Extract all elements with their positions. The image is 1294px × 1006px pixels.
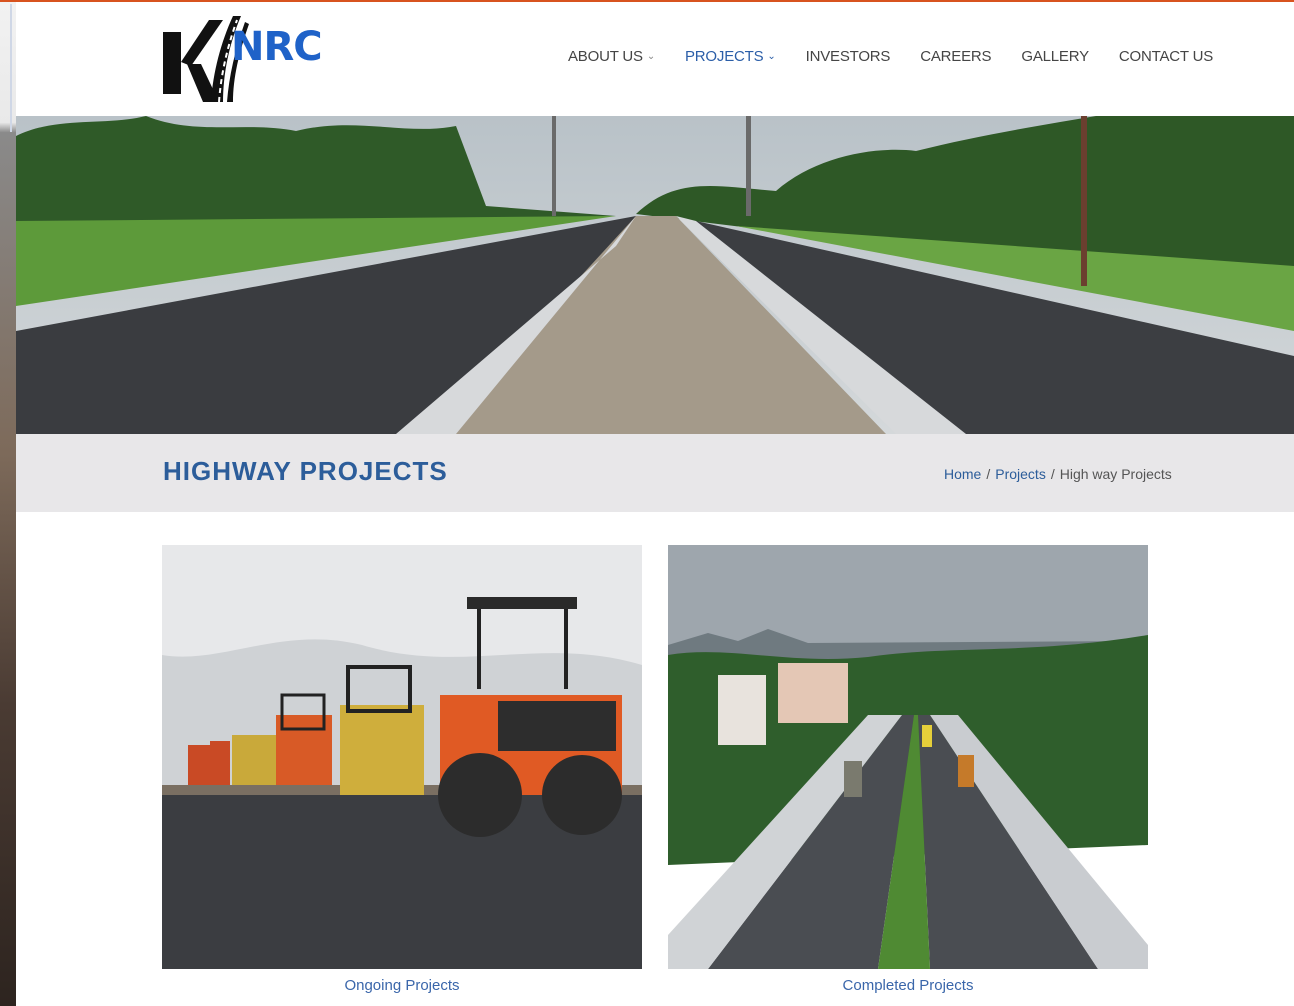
ongoing-projects-image[interactable] [162, 545, 642, 969]
chevron-down-icon: ⌄ [646, 51, 655, 62]
nav-gallery[interactable]: GALLERY [1021, 48, 1089, 65]
brand-logo[interactable]: NRC [161, 12, 323, 106]
breadcrumb: Home / Projects / High way Projects [944, 466, 1172, 482]
edge-mark [10, 4, 12, 132]
nav-investors[interactable]: INVESTORS [806, 48, 891, 65]
chevron-down-icon: ⌄ [767, 51, 776, 62]
ongoing-projects-link[interactable]: Ongoing Projects [162, 977, 642, 994]
site-header: NRC ABOUT US ⌄ PROJECTS ⌄ INVESTORS CAREER… [16, 2, 1294, 116]
breadcrumb-separator: / [1050, 466, 1055, 482]
nav-contact-us-label: CONTACT US [1118, 48, 1214, 65]
page-title: HIGHWAY PROJECTS [163, 456, 448, 486]
hero-banner-image [16, 116, 1294, 434]
nav-careers-label: CAREERS [920, 48, 992, 65]
main-nav: ABOUT US ⌄ PROJECTS ⌄ INVESTORS CAREERS GA… [568, 48, 1243, 65]
nav-projects[interactable]: PROJECTS ⌄ [685, 48, 776, 65]
completed-projects-link[interactable]: Completed Projects [668, 977, 1148, 994]
logo-text: NRC [231, 24, 323, 70]
breadcrumb-separator: / [986, 466, 991, 482]
breadcrumb-home[interactable]: Home [944, 466, 981, 482]
nav-investors-label: INVESTORS [805, 48, 891, 65]
left-edge-strip [0, 2, 16, 1006]
nav-projects-label: PROJECTS [685, 48, 764, 65]
nav-gallery-label: GALLERY [1021, 48, 1089, 65]
breadcrumb-projects[interactable]: Projects [995, 466, 1046, 482]
breadcrumb-current: High way Projects [1059, 466, 1172, 482]
nav-careers[interactable]: CAREERS [920, 48, 991, 65]
nav-about-us[interactable]: ABOUT US ⌄ [568, 48, 655, 65]
completed-projects-image[interactable] [668, 545, 1148, 969]
nav-about-us-label: ABOUT US [568, 48, 643, 65]
nav-contact-us[interactable]: CONTACT US [1119, 48, 1213, 65]
page-title-bar: HIGHWAY PROJECTS Home / Projects / High way … [16, 434, 1294, 512]
